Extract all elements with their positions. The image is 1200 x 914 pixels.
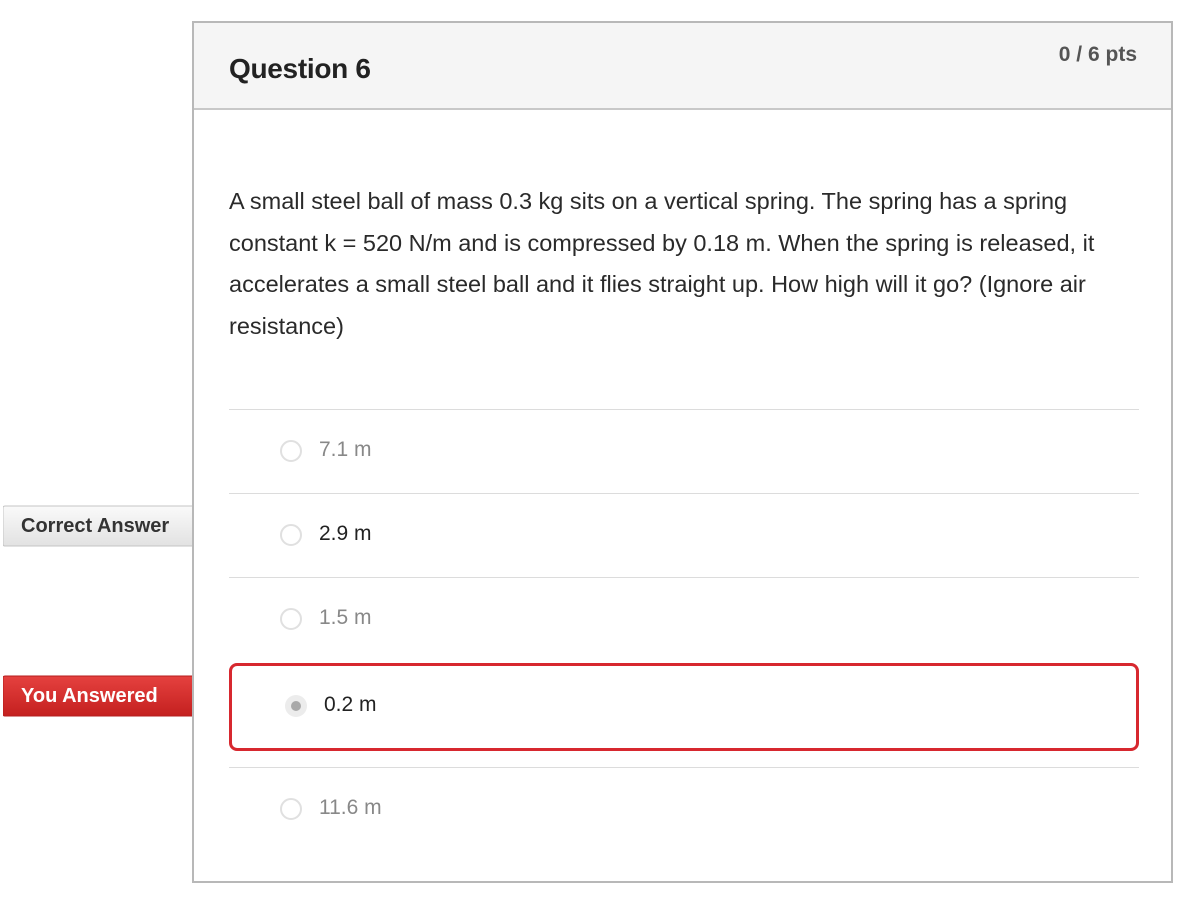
question-points: 0 / 6 pts [1058,43,1137,66]
answer-label: 11.6 m [319,796,382,819]
answer-label: 0.2 m [324,693,377,716]
radio-button[interactable] [280,798,302,820]
radio-button[interactable] [280,524,302,546]
you-answered-flag: You Answered [3,675,221,717]
you-answered-label: You Answered [21,685,158,707]
answer-label: 1.5 m [319,606,372,629]
answer-option[interactable]: 7.1 m [229,409,1139,493]
quiz-results-page: Correct Answer You Answered Question 6 0… [0,0,1200,914]
answer-option[interactable]: 1.5 m [229,577,1139,661]
correct-answer-flag: Correct Answer [3,505,221,547]
correct-answer-label: Correct Answer [21,515,170,537]
answer-option[interactable]: 11.6 m [229,767,1139,851]
answer-option-correct[interactable]: 2.9 m [229,493,1139,577]
question-card: Question 6 0 / 6 pts A small steel ball … [192,21,1173,883]
answer-label: 7.1 m [319,438,372,461]
question-title: Question 6 [229,53,371,84]
question-text: A small steel ball of mass 0.3 kg sits o… [229,188,1095,339]
question-header: Question 6 0 / 6 pts [194,23,1171,110]
answer-label: 2.9 m [319,522,372,545]
radio-button[interactable] [280,608,302,630]
radio-button-selected[interactable] [285,695,307,717]
radio-button[interactable] [280,440,302,462]
answer-list: 7.1 m 2.9 m 1.5 m 0.2 m 11.6 m [229,409,1139,851]
answer-option-selected[interactable]: 0.2 m [229,663,1139,751]
